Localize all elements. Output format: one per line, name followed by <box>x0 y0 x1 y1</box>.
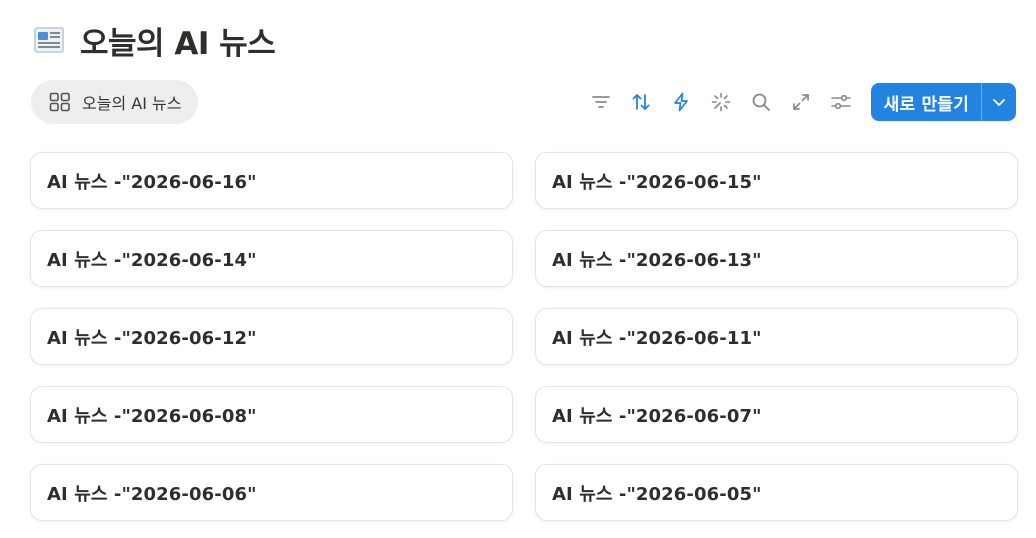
gallery-grid: AI 뉴스 -"2026-06-16" AI 뉴스 -"2026-06-15" … <box>30 152 1018 521</box>
view-tab-gallery[interactable]: 오늘의 AI 뉴스 <box>31 80 199 124</box>
gallery-card[interactable]: AI 뉴스 -"2026-06-07" <box>535 386 1018 443</box>
automation-button[interactable] <box>661 84 701 120</box>
view-tab-label: 오늘의 AI 뉴스 <box>82 94 182 113</box>
page-title: 오늘의 AI 뉴스 <box>80 25 276 62</box>
settings-sliders-icon <box>830 94 851 110</box>
expand-icon <box>792 94 809 110</box>
card-title: AI 뉴스 -"2026-06-16" <box>47 171 257 193</box>
newspaper-icon[interactable] <box>32 23 66 57</box>
search-button[interactable] <box>741 84 781 120</box>
toolbar: 새로 만들기 <box>581 83 1016 121</box>
filter-icon <box>591 96 610 108</box>
sort-icon <box>632 94 650 110</box>
gallery-card[interactable]: AI 뉴스 -"2026-06-08" <box>30 386 513 443</box>
new-button-group: 새로 만들기 <box>870 83 1016 121</box>
card-title: AI 뉴스 -"2026-06-15" <box>552 171 762 193</box>
new-button-dropdown[interactable] <box>982 83 1016 121</box>
gallery-card[interactable]: AI 뉴스 -"2026-06-13" <box>535 230 1018 287</box>
sort-button[interactable] <box>621 84 661 120</box>
page: 오늘의 AI 뉴스 오늘의 AI 뉴스 새로 만들기 AI 뉴스 -"2026-… <box>0 0 1036 538</box>
title-row: 오늘의 AI 뉴스 <box>32 20 276 62</box>
ai-sparkle-icon <box>711 92 730 112</box>
gallery-card[interactable]: AI 뉴스 -"2026-06-15" <box>535 152 1018 209</box>
expand-button[interactable] <box>781 84 821 120</box>
card-title: AI 뉴스 -"2026-06-11" <box>552 327 762 349</box>
ai-button[interactable] <box>701 84 741 120</box>
gallery-card[interactable]: AI 뉴스 -"2026-06-11" <box>535 308 1018 365</box>
card-title: AI 뉴스 -"2026-06-08" <box>47 405 257 427</box>
card-title: AI 뉴스 -"2026-06-14" <box>47 249 257 271</box>
card-title: AI 뉴스 -"2026-06-06" <box>47 483 257 505</box>
view-settings-button[interactable] <box>821 84 861 120</box>
new-button[interactable]: 새로 만들기 <box>871 83 981 121</box>
card-title: AI 뉴스 -"2026-06-07" <box>552 405 762 427</box>
card-title: AI 뉴스 -"2026-06-05" <box>552 483 762 505</box>
filter-button[interactable] <box>581 84 621 120</box>
gallery-card[interactable]: AI 뉴스 -"2026-06-06" <box>30 464 513 521</box>
gallery-grid-icon <box>49 92 71 112</box>
gallery-card[interactable]: AI 뉴스 -"2026-06-05" <box>535 464 1018 521</box>
gallery-card[interactable]: AI 뉴스 -"2026-06-14" <box>30 230 513 287</box>
card-title: AI 뉴스 -"2026-06-12" <box>47 327 257 349</box>
card-title: AI 뉴스 -"2026-06-13" <box>552 249 762 271</box>
automation-icon <box>673 92 688 112</box>
chevron-down-icon <box>993 99 1005 106</box>
gallery-card[interactable]: AI 뉴스 -"2026-06-12" <box>30 308 513 365</box>
search-icon <box>752 93 770 111</box>
gallery-card[interactable]: AI 뉴스 -"2026-06-16" <box>30 152 513 209</box>
